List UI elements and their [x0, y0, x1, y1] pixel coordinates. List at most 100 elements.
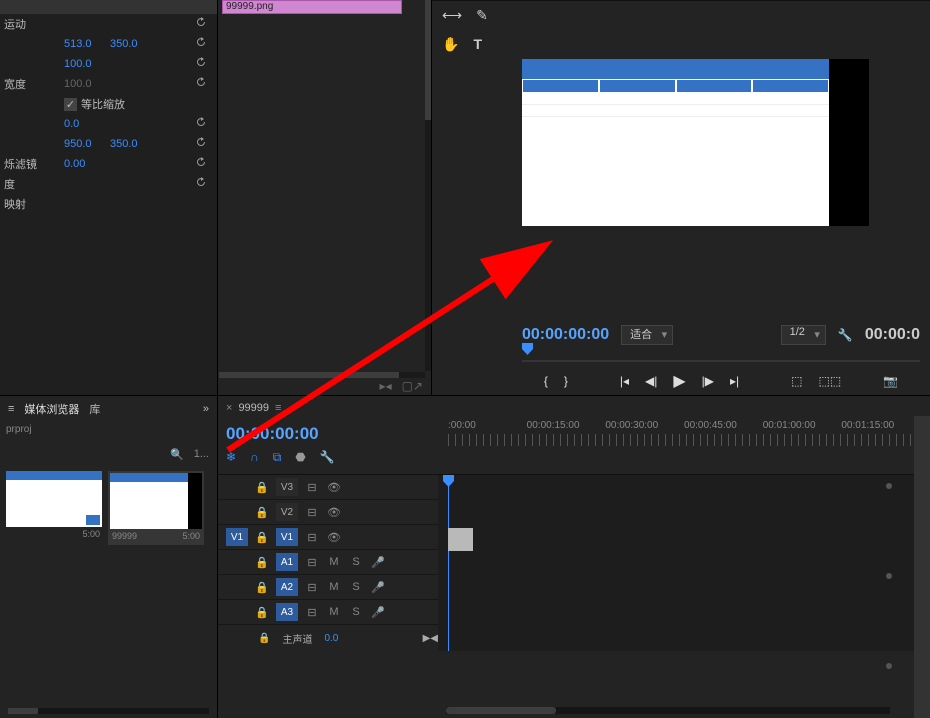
- lock-icon[interactable]: 🔒: [254, 581, 270, 594]
- track-a1[interactable]: 🔒A1⊟MS🎤: [218, 550, 438, 575]
- prop-timeremap[interactable]: 映射: [0, 194, 217, 214]
- master-value[interactable]: 0.0: [324, 633, 338, 644]
- prop-opacity[interactable]: 度: [0, 174, 217, 194]
- panel-menu-icon[interactable]: ≡: [8, 403, 14, 415]
- track-tag[interactable]: A3: [276, 603, 298, 621]
- mute-icon[interactable]: M: [326, 556, 342, 568]
- timeline-scroll[interactable]: [446, 707, 890, 714]
- sync-lock-icon[interactable]: ⊟: [304, 581, 320, 594]
- position-y[interactable]: 350.0: [110, 38, 138, 50]
- snap-icon[interactable]: ❄: [226, 450, 236, 465]
- hand-icon[interactable]: ✋: [442, 36, 459, 53]
- linked-selection-icon[interactable]: ⧉: [273, 450, 282, 465]
- scale-value[interactable]: 100.0: [64, 58, 92, 70]
- prop-uniform[interactable]: ✓ 等比缩放: [0, 94, 217, 114]
- track-master[interactable]: 🔒主声道0.0▶◀: [218, 625, 438, 651]
- pen-icon[interactable]: ✎: [476, 7, 488, 24]
- sync-lock-icon[interactable]: ⊟: [304, 606, 320, 619]
- sync-lock-icon[interactable]: ⊟: [304, 506, 320, 519]
- track-tag[interactable]: V1: [276, 528, 298, 546]
- tab-library[interactable]: 库: [89, 401, 100, 417]
- lock-icon[interactable]: 🔒: [254, 556, 270, 569]
- play-icon[interactable]: ▶: [673, 371, 685, 391]
- reset-icon[interactable]: [195, 136, 209, 150]
- more-tabs[interactable]: »: [203, 403, 209, 415]
- eye-icon[interactable]: 👁: [326, 481, 342, 494]
- mute-icon[interactable]: M: [326, 606, 342, 618]
- playhead-icon[interactable]: [443, 475, 454, 489]
- track-tag[interactable]: A1: [276, 553, 298, 571]
- go-to-in-icon[interactable]: |◂: [620, 374, 629, 388]
- sync-lock-icon[interactable]: ⊟: [304, 556, 320, 569]
- track-a3[interactable]: 🔒A3⊟MS🎤: [218, 600, 438, 625]
- project-item[interactable]: 5:00: [6, 471, 102, 545]
- reset-icon[interactable]: [195, 36, 209, 50]
- track-tag[interactable]: V3: [276, 478, 298, 496]
- program-ruler[interactable]: [522, 349, 920, 365]
- magnet-icon[interactable]: ∩: [250, 450, 259, 465]
- playhead[interactable]: [448, 475, 449, 651]
- scrollbar-thumb[interactable]: [446, 707, 556, 714]
- wrench-icon[interactable]: 🔧: [320, 450, 335, 465]
- track-tag[interactable]: V2: [276, 503, 298, 521]
- reset-icon[interactable]: [195, 116, 209, 130]
- sync-lock-icon[interactable]: ⊟: [304, 481, 320, 494]
- export-frame-icon[interactable]: 📷: [883, 374, 898, 388]
- track-v3[interactable]: 🔒 V3 ⊟ 👁: [218, 475, 438, 500]
- mic-icon[interactable]: 🎤: [370, 581, 386, 594]
- sync-lock-icon[interactable]: ⊟: [304, 531, 320, 544]
- resolution-select[interactable]: 1/2: [781, 325, 826, 345]
- lift-icon[interactable]: ⬚: [791, 374, 802, 388]
- tab-media-browser[interactable]: 媒体浏览器: [24, 401, 79, 417]
- solo-icon[interactable]: S: [348, 581, 364, 593]
- solo-icon[interactable]: S: [348, 556, 364, 568]
- reset-icon[interactable]: [195, 176, 209, 190]
- timeline-ruler[interactable]: :00:00 00:00:15:00 00:00:30:00 00:00:45:…: [438, 420, 930, 474]
- mark-out-icon[interactable]: }: [564, 374, 568, 388]
- anchor-y[interactable]: 350.0: [110, 138, 138, 150]
- lock-icon[interactable]: 🔒: [254, 481, 270, 494]
- reset-icon[interactable]: [195, 56, 209, 70]
- type-icon[interactable]: T: [473, 36, 482, 53]
- scrollbar-vertical[interactable]: [425, 0, 431, 371]
- wrench-icon[interactable]: 🔧: [838, 328, 853, 342]
- step-back-icon[interactable]: ◀|: [645, 374, 657, 388]
- search-icon[interactable]: 🔍: [170, 448, 184, 461]
- export-icon[interactable]: ▢↗: [402, 379, 423, 393]
- track-a2[interactable]: 🔒 A2 ⊟ MS 🎤: [218, 575, 438, 600]
- uniform-checkbox[interactable]: ✓: [64, 98, 77, 111]
- monitor-stage[interactable]: [522, 59, 869, 226]
- timeline-timecode[interactable]: 00:00:00:00: [226, 424, 430, 444]
- source-tag[interactable]: V1: [226, 528, 248, 546]
- lock-icon[interactable]: 🔒: [254, 506, 270, 519]
- go-to-out-icon[interactable]: ▸|: [730, 374, 739, 388]
- mute-icon[interactable]: M: [326, 581, 342, 593]
- mic-icon[interactable]: 🎤: [370, 606, 386, 619]
- anchor-x[interactable]: 950.0: [64, 138, 92, 150]
- prop-motion[interactable]: 运动: [0, 14, 217, 34]
- program-timecode[interactable]: 00:00:00:00: [522, 326, 609, 344]
- rotation-value[interactable]: 0.0: [64, 118, 79, 130]
- position-x[interactable]: 513.0: [64, 38, 92, 50]
- step-fwd-icon[interactable]: |▶: [702, 374, 714, 388]
- crop-trim-icon[interactable]: ⟷: [442, 7, 462, 24]
- zoom-fit-select[interactable]: 适合: [621, 325, 673, 345]
- sequence-tab[interactable]: 99999: [238, 402, 269, 414]
- project-scroll[interactable]: [8, 708, 209, 714]
- scrollbar-thumb[interactable]: [425, 0, 431, 120]
- track-content[interactable]: [438, 475, 930, 651]
- marker-icon[interactable]: ⬣: [295, 450, 305, 465]
- track-v2[interactable]: 🔒 V2 ⊟ 👁: [218, 500, 438, 525]
- clip-bar[interactable]: 99999.png: [222, 0, 402, 14]
- eye-icon[interactable]: 👁: [326, 531, 342, 544]
- playhead-icon[interactable]: [522, 343, 533, 357]
- eye-icon[interactable]: 👁: [326, 506, 342, 519]
- scrollbar-thumb[interactable]: [8, 708, 38, 714]
- track-v1[interactable]: V1🔒V1⊟👁: [218, 525, 438, 550]
- scrollbar-thumb[interactable]: [219, 372, 399, 378]
- mark-in-icon[interactable]: {: [544, 374, 548, 388]
- project-item-selected[interactable]: 999995:00: [108, 471, 204, 545]
- track-tag[interactable]: A2: [276, 578, 298, 596]
- tab-menu-icon[interactable]: ≡: [275, 402, 281, 414]
- reset-icon[interactable]: [195, 76, 209, 90]
